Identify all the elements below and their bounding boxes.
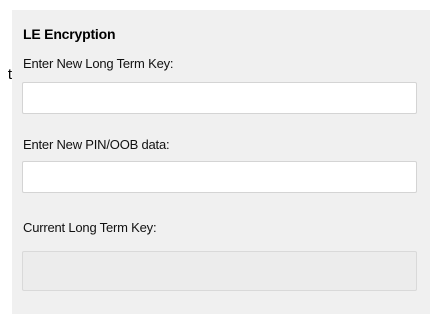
current-long-term-key-field bbox=[22, 251, 417, 291]
clipped-adjacent-label: t bbox=[7, 66, 12, 83]
groupbox-title: LE Encryption bbox=[23, 26, 116, 42]
current-long-term-key-label: Current Long Term Key: bbox=[23, 220, 157, 235]
new-long-term-key-input[interactable] bbox=[22, 82, 417, 114]
new-long-term-key-label: Enter New Long Term Key: bbox=[23, 56, 174, 71]
pin-oob-data-input[interactable] bbox=[22, 161, 417, 193]
pin-oob-data-label: Enter New PIN/OOB data: bbox=[23, 137, 170, 152]
le-encryption-groupbox: LE Encryption Enter New Long Term Key: E… bbox=[12, 10, 430, 314]
